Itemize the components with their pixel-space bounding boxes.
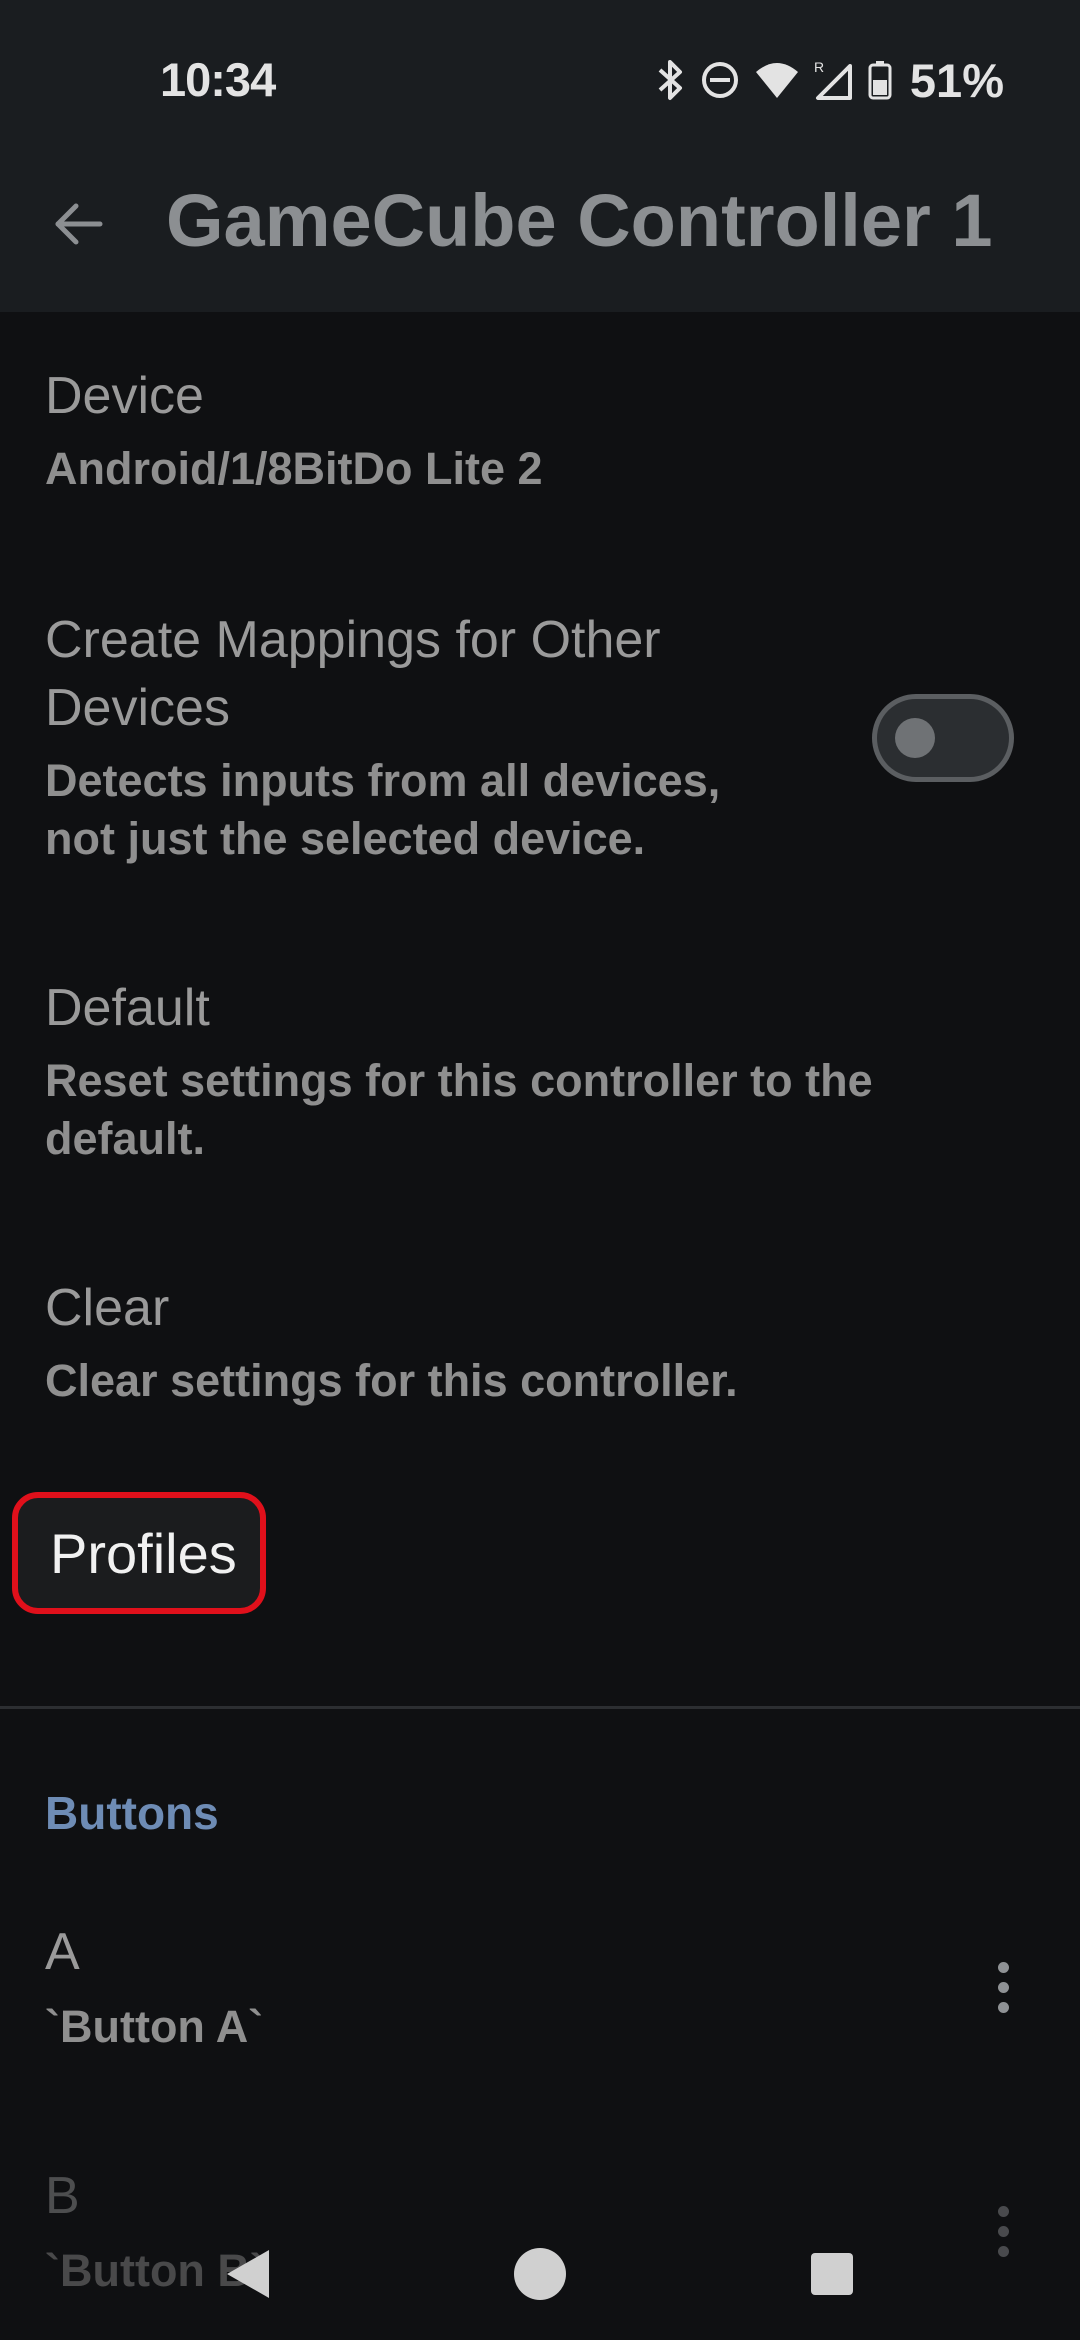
- other-devices-summary-line2: not just the selected device.: [45, 813, 646, 864]
- device-summary: Android/1/8BitDo Lite 2: [45, 443, 543, 494]
- clear-preference[interactable]: Clear Clear settings for this controller…: [0, 1274, 1080, 1444]
- battery-percent: 51%: [909, 53, 1004, 107]
- arrow-back-icon: [55, 203, 103, 245]
- header: 10:34 R 51% GameCube Controller 1: [0, 0, 1080, 312]
- back-button[interactable]: [40, 186, 116, 262]
- wifi-icon: [754, 60, 800, 100]
- device-preference[interactable]: Device Android/1/8BitDo Lite 2: [0, 362, 1080, 542]
- do-not-disturb-icon: [700, 60, 740, 100]
- button-a-summary: `Button A`: [45, 2001, 264, 2052]
- screen: 10:34 R 51% GameCube Controller 1 Device…: [0, 0, 1080, 2340]
- page-title: GameCube Controller 1: [166, 179, 993, 262]
- section-header-buttons: Buttons: [45, 1787, 219, 1839]
- bluetooth-icon: [656, 58, 686, 102]
- other-devices-toggle[interactable]: [872, 694, 1014, 782]
- toggle-knob: [895, 718, 935, 758]
- clear-summary: Clear settings for this controller.: [45, 1355, 738, 1406]
- button-a-title: A: [45, 1923, 80, 1981]
- device-title: Device: [45, 367, 204, 425]
- nav-back-button[interactable]: [208, 2234, 288, 2314]
- status-time: 10:34: [160, 53, 276, 106]
- nav-recents-icon: [811, 2253, 853, 2295]
- default-preference[interactable]: Default Reset settings for this controll…: [0, 974, 1080, 1194]
- divider: [0, 1706, 1080, 1709]
- nav-recents-button[interactable]: [792, 2234, 872, 2314]
- other-devices-title-line1: Create Mappings for Other: [45, 611, 661, 669]
- status-icons: R 51%: [656, 50, 1004, 110]
- profiles-preference[interactable]: Profiles: [12, 1492, 266, 1614]
- svg-text:R: R: [814, 59, 824, 75]
- nav-home-icon: [514, 2248, 566, 2300]
- default-title: Default: [45, 979, 210, 1037]
- button-a-preference[interactable]: A `Button A`: [0, 1918, 1080, 2098]
- battery-icon: [868, 60, 892, 100]
- default-summary-line1: Reset settings for this controller to th…: [45, 1055, 873, 1106]
- button-a-more-icon[interactable]: [983, 1952, 1023, 2022]
- clear-title: Clear: [45, 1279, 170, 1337]
- nav-back-icon: [227, 2250, 269, 2298]
- signal-roaming-icon: R: [814, 58, 854, 102]
- nav-home-button[interactable]: [500, 2234, 580, 2314]
- default-summary-line2: default.: [45, 1113, 206, 1164]
- navigation-bar: [0, 2210, 1080, 2340]
- profiles-title: Profiles: [50, 1521, 237, 1585]
